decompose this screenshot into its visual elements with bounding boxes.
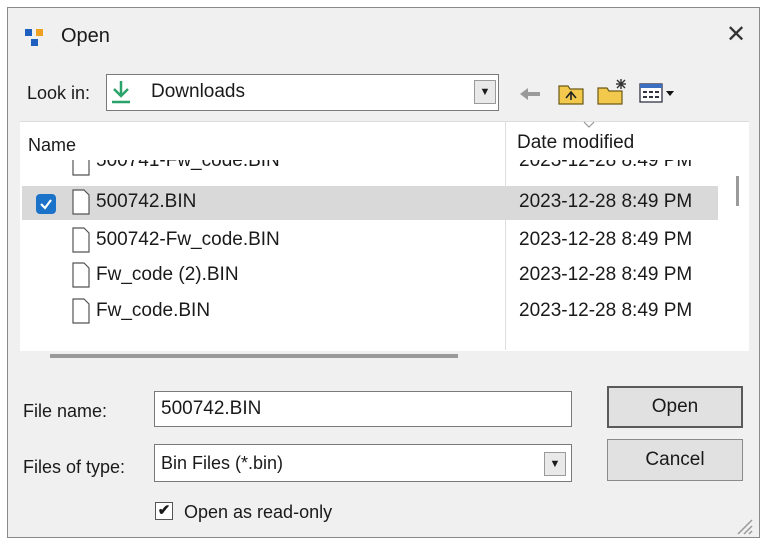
file-row[interactable]: Fw_code.BIN 2023-12-28 8:49 PM xyxy=(22,295,718,329)
read-only-checkbox[interactable]: ✔ xyxy=(155,502,173,520)
download-arrow-icon xyxy=(112,81,130,104)
close-button[interactable]: ✕ xyxy=(720,20,752,50)
file-icon xyxy=(72,262,90,288)
file-row-selected[interactable]: 500742.BIN 2023-12-28 8:49 PM xyxy=(22,186,718,220)
back-arrow-icon[interactable] xyxy=(518,86,542,102)
resize-grip-icon[interactable] xyxy=(732,514,754,536)
file-date: 2023-12-28 8:49 PM xyxy=(519,229,693,250)
chevron-down-icon: ▼ xyxy=(479,86,491,98)
look-in-dropdown-button[interactable]: ▼ xyxy=(474,80,496,104)
file-date: 2023-12-28 8:49 PM xyxy=(519,191,693,212)
view-menu-icon[interactable] xyxy=(639,82,679,104)
file-name-input[interactable] xyxy=(154,391,572,427)
file-name: Fw_code.BIN xyxy=(96,300,211,321)
file-icon xyxy=(72,227,90,253)
checkmark-icon: ✔ xyxy=(157,502,171,519)
look-in-label: Look in: xyxy=(27,83,91,103)
read-only-label: Open as read-only xyxy=(184,502,333,522)
open-dialog: Open ✕ Look in: Downloads ▼ Name Date mo… xyxy=(7,7,760,538)
sort-chevron-icon xyxy=(583,121,595,128)
horizontal-scrollbar-thumb[interactable] xyxy=(50,354,458,358)
file-row[interactable]: 500741-Fw_code.BIN 2023-12-28 8:49 PM xyxy=(22,160,718,180)
file-icon xyxy=(72,298,90,324)
close-icon: ✕ xyxy=(725,21,747,48)
file-row[interactable]: Fw_code (2).BIN 2023-12-28 8:49 PM xyxy=(22,259,718,293)
file-icon xyxy=(72,160,90,176)
file-name: 500741-Fw_code.BIN xyxy=(96,160,280,171)
file-date: 2023-12-28 8:49 PM xyxy=(519,300,693,321)
file-name: 500742-Fw_code.BIN xyxy=(96,229,280,250)
up-folder-icon[interactable] xyxy=(557,80,585,106)
cancel-button[interactable]: Cancel xyxy=(607,439,743,481)
file-icon xyxy=(72,189,90,215)
checkmark-icon xyxy=(40,199,52,210)
open-button[interactable]: Open xyxy=(607,386,743,428)
file-row[interactable]: 500742-Fw_code.BIN 2023-12-28 8:49 PM xyxy=(22,224,718,258)
column-header-date-modified[interactable]: Date modified xyxy=(517,132,634,154)
column-header-name[interactable]: Name xyxy=(28,135,76,156)
vertical-scrollbar-thumb[interactable] xyxy=(736,176,739,206)
file-type-label: Files of type: xyxy=(23,457,126,477)
file-type-dropdown-button[interactable]: ▼ xyxy=(544,452,566,476)
file-date: 2023-12-28 8:49 PM xyxy=(519,160,693,171)
row-checkbox[interactable] xyxy=(36,194,56,214)
file-type-value: Bin Files (*.bin) xyxy=(161,453,284,473)
look-in-value: Downloads xyxy=(151,81,245,102)
chevron-down-icon: ▼ xyxy=(549,458,561,470)
dialog-title: Open xyxy=(61,25,110,47)
file-name: 500742.BIN xyxy=(96,191,197,212)
file-name-label: File name: xyxy=(23,401,108,421)
file-date: 2023-12-28 8:49 PM xyxy=(519,264,693,285)
app-icon xyxy=(25,29,43,46)
file-name: Fw_code (2).BIN xyxy=(96,264,239,285)
new-folder-icon[interactable] xyxy=(596,78,628,106)
